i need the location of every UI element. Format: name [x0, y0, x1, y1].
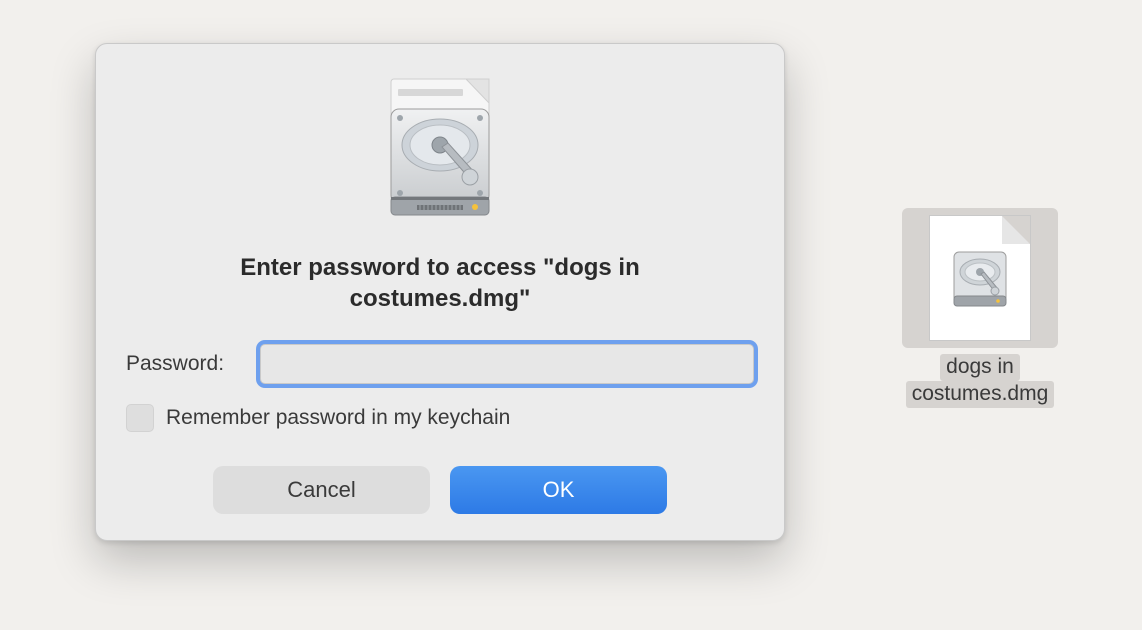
desktop-file-dmg[interactable]: dogs in costumes.dmg	[902, 208, 1058, 408]
remember-label: Remember password in my keychain	[166, 406, 510, 430]
remember-row: Remember password in my keychain	[122, 404, 758, 432]
disk-image-icon	[370, 74, 510, 226]
password-row: Password:	[122, 344, 758, 384]
file-thumb-selection	[902, 208, 1058, 348]
remember-checkbox[interactable]	[126, 404, 154, 432]
file-label-line1: dogs in	[940, 354, 1020, 381]
dialog-title: Enter password to access "dogs in costum…	[170, 252, 710, 314]
password-input[interactable]	[260, 344, 754, 384]
ok-button[interactable]: OK	[450, 466, 667, 514]
password-label: Password:	[126, 352, 246, 376]
file-label-line2: costumes.dmg	[906, 381, 1055, 408]
cancel-button[interactable]: Cancel	[213, 466, 430, 514]
file-label: dogs in costumes.dmg	[906, 354, 1055, 408]
password-dialog: Enter password to access "dogs in costum…	[95, 43, 785, 541]
button-row: Cancel OK	[213, 466, 667, 514]
dmg-file-icon	[929, 215, 1031, 341]
